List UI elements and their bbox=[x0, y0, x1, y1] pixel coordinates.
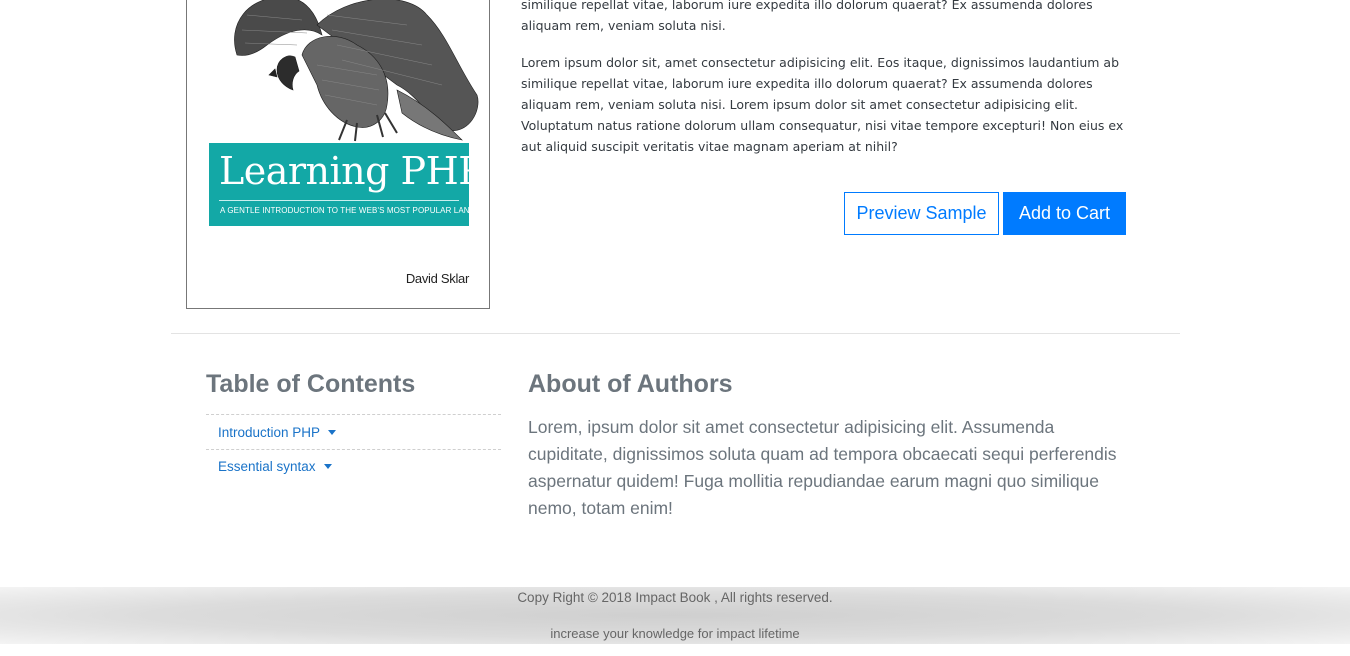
page-footer: Copy Right © 2018 Impact Book , All righ… bbox=[0, 587, 1350, 644]
toc-title: Table of Contents bbox=[206, 370, 416, 398]
preview-sample-button[interactable]: Preview Sample bbox=[844, 192, 999, 235]
add-to-cart-button[interactable]: Add to Cart bbox=[1003, 192, 1126, 235]
cover-title-band: Learning PHP A GENTLE INTRODUCTION TO TH… bbox=[209, 143, 489, 226]
about-authors-title: About of Authors bbox=[528, 370, 733, 398]
toc-item-essential-syntax[interactable]: Essential syntax bbox=[206, 449, 501, 483]
hawk-illustration bbox=[234, 0, 479, 142]
description-paragraph: similique repellat vitae, laborum iure e… bbox=[521, 0, 1093, 33]
toc-item-label: Essential syntax bbox=[218, 459, 316, 474]
description-paragraph: Lorem ipsum dolor sit, amet consectetur … bbox=[521, 55, 1124, 154]
toc-item-introduction-php[interactable]: Introduction PHP bbox=[206, 414, 501, 449]
about-authors-text: Lorem, ipsum dolor sit amet consectetur … bbox=[528, 417, 1117, 518]
toc-item-label: Introduction PHP bbox=[218, 424, 321, 440]
caret-down-icon bbox=[323, 464, 332, 469]
section-divider bbox=[171, 333, 1180, 334]
cover-title: Learning PHP bbox=[219, 149, 484, 193]
footer-copyright: Copy Right © 2018 Impact Book , All righ… bbox=[517, 590, 833, 605]
cover-subtitle: A GENTLE INTRODUCTION TO THE WEB'S MOST … bbox=[220, 206, 490, 215]
caret-down-icon bbox=[328, 429, 337, 435]
cover-rule bbox=[219, 200, 459, 201]
book-cover: Learning PHP A GENTLE INTRODUCTION TO TH… bbox=[186, 0, 490, 309]
toc-list: Introduction PHP Essential syntax bbox=[206, 414, 501, 483]
footer-tagline: increase your knowledge for impact lifet… bbox=[550, 626, 800, 641]
cover-author: David Sklar bbox=[405, 271, 469, 286]
